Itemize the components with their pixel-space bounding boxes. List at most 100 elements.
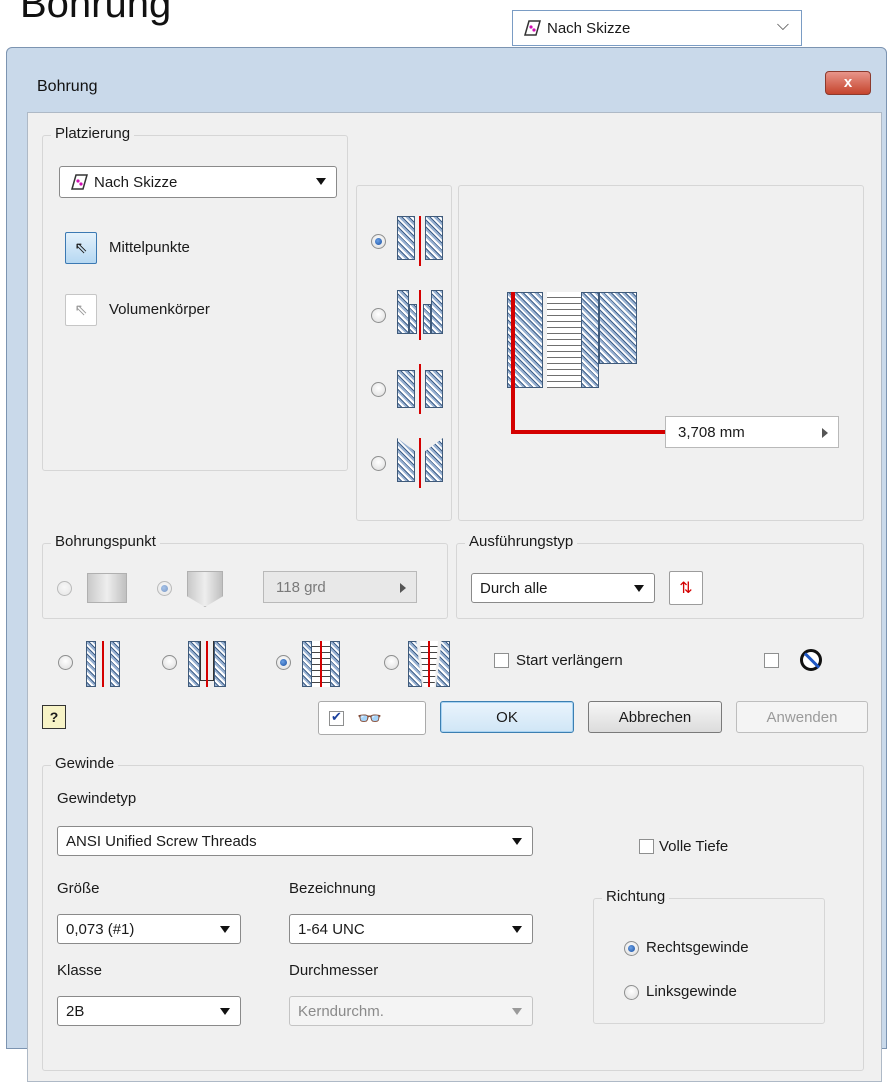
dropdown-arrow-icon [512, 926, 522, 933]
top-combo-label: Nach Skizze [547, 19, 631, 37]
direction-group-title: Richtung [602, 888, 670, 905]
flip-arrows-icon: ⇅ [679, 580, 693, 597]
class-value: 2B [66, 1002, 85, 1020]
drill-point-group-title: Bohrungspunkt [51, 533, 160, 550]
placement-group-title: Platzierung [51, 125, 135, 142]
drill-angle-input[interactable]: 118 grd [263, 571, 417, 603]
dropdown-arrow-icon [512, 1008, 522, 1015]
placement-mode-dropdown[interactable]: Nach Skizze [59, 166, 337, 198]
size-value: 0,073 (#1) [66, 920, 135, 938]
termination-group-title: Ausführungstyp [465, 533, 578, 550]
thread-type-value: ANSI Unified Screw Threads [66, 832, 257, 850]
flat-drill-point-icon [87, 573, 127, 603]
depth-value-input[interactable]: 3,708 mm [665, 416, 839, 448]
counterbore-hole-icon [397, 290, 445, 342]
full-depth-checkbox[interactable] [639, 839, 654, 854]
extend-start-label: Start verlängern [516, 652, 623, 669]
termination-group: Ausführungstyp Durch alle ⇅ [456, 533, 864, 619]
centers-select-button[interactable]: ⇖ [65, 232, 97, 264]
drill-point-group: Bohrungspunkt 118 grd [42, 533, 448, 619]
hole-type-drilled-radio[interactable] [371, 234, 386, 249]
extend-start-checkbox[interactable] [494, 653, 509, 668]
preview-panel: 3,708 mm [458, 185, 864, 521]
size-label: Größe [57, 880, 100, 897]
right-hand-label: Rechtsgewinde [646, 939, 749, 956]
top-placement-combo[interactable]: Nach Skizze ⌵ [512, 10, 802, 46]
glasses-icon: 👓 [357, 708, 382, 730]
spin-right-icon [822, 428, 828, 438]
thread-type-clearance-radio[interactable] [162, 655, 177, 670]
thread-type-dropdown[interactable]: ANSI Unified Screw Threads [57, 826, 533, 856]
page-heading: Bohrung [20, 0, 172, 26]
full-depth-label: Volle Tiefe [659, 838, 729, 855]
class-label: Klasse [57, 962, 103, 979]
preview-checkbox[interactable] [329, 709, 344, 726]
dropdown-arrow-icon [316, 178, 326, 185]
dropdown-arrow-icon [634, 585, 644, 592]
hole-type-spotface-radio[interactable] [371, 382, 386, 397]
thread-type-simple-radio[interactable] [58, 655, 73, 670]
left-hand-radio[interactable] [624, 985, 639, 1000]
drill-angle-value: 118 grd [276, 578, 326, 596]
thread-type-tapped-radio[interactable] [276, 655, 291, 670]
spotface-hole-icon [397, 364, 445, 416]
diameter-value: Kerndurchm. [298, 1002, 384, 1020]
termination-value: Durch alle [480, 579, 548, 597]
cancel-button[interactable]: Abbrechen [588, 701, 722, 733]
centers-label: Mittelpunkte [109, 239, 190, 256]
left-hand-label: Linksgewinde [646, 983, 737, 1000]
sketch-icon [71, 174, 88, 190]
thread-type-tapered-radio[interactable] [384, 655, 399, 670]
dropdown-arrow-icon [220, 926, 230, 933]
ok-button[interactable]: OK [440, 701, 574, 733]
help-button[interactable]: ? [42, 705, 66, 729]
diameter-label: Durchmesser [289, 962, 379, 979]
chevron-down-icon: ⌵ [776, 17, 789, 34]
cursor-arrow-icon: ⇖ [74, 240, 88, 257]
termination-dropdown[interactable]: Durch alle [471, 573, 655, 603]
dropdown-arrow-icon [220, 1008, 230, 1015]
depth-leader-line [511, 430, 665, 434]
depth-value: 3,708 mm [678, 423, 745, 441]
close-button[interactable]: x [825, 71, 871, 95]
countersink-hole-icon [397, 438, 445, 490]
hole-type-counterbore-radio[interactable] [371, 308, 386, 323]
dropdown-arrow-icon [512, 838, 522, 845]
drilled-hole-icon [397, 216, 445, 268]
right-hand-radio[interactable] [624, 941, 639, 956]
drill-point-flat-radio[interactable] [57, 581, 72, 596]
sketch-icon [524, 20, 541, 36]
thread-group: Gewinde Gewindetyp ANSI Unified Screw Th… [42, 755, 864, 1071]
no-thread-checkbox[interactable] [764, 653, 779, 668]
thread-type-label: Gewindetyp [57, 790, 137, 807]
preview-toggle[interactable]: 👓 [318, 701, 426, 735]
simple-hole-icon [80, 641, 126, 687]
dialog-title: Bohrung [37, 78, 98, 95]
tapered-hole-icon [406, 641, 452, 687]
designation-dropdown[interactable]: 1-64 UNC [289, 914, 533, 944]
direction-group: Richtung Rechtsgewinde Linksgewinde [593, 888, 825, 1024]
diameter-dropdown[interactable]: Kerndurchm. [289, 996, 533, 1026]
size-dropdown[interactable]: 0,073 (#1) [57, 914, 241, 944]
hole-type-panel [356, 185, 452, 521]
class-dropdown[interactable]: 2B [57, 996, 241, 1026]
prohibited-icon [800, 649, 822, 671]
placement-group: Platzierung Nach Skizze ⇖ Mittelpunkte ⇖… [42, 125, 348, 471]
solid-select-button[interactable]: ⇖ [65, 294, 97, 326]
drill-point-angled-radio[interactable] [157, 581, 172, 596]
solid-label: Volumenkörper [109, 301, 210, 318]
hole-dialog: Bohrung x Platzierung Nach Skizze ⇖ Mitt… [6, 47, 887, 1082]
hole-type-countersink-radio[interactable] [371, 456, 386, 471]
flip-direction-button[interactable]: ⇅ [669, 571, 703, 605]
apply-button[interactable]: Anwenden [736, 701, 868, 733]
placement-mode-value: Nach Skizze [94, 173, 178, 191]
designation-label: Bezeichnung [289, 880, 376, 897]
cursor-arrow-icon: ⇖ [74, 302, 88, 319]
thread-group-title: Gewinde [51, 755, 119, 772]
dialog-client: Platzierung Nach Skizze ⇖ Mittelpunkte ⇖… [27, 112, 882, 1082]
designation-value: 1-64 UNC [298, 920, 365, 938]
angled-drill-point-icon [187, 571, 223, 607]
spin-right-icon [400, 583, 406, 593]
clearance-hole-icon [184, 641, 230, 687]
hole-section-preview [507, 292, 637, 388]
